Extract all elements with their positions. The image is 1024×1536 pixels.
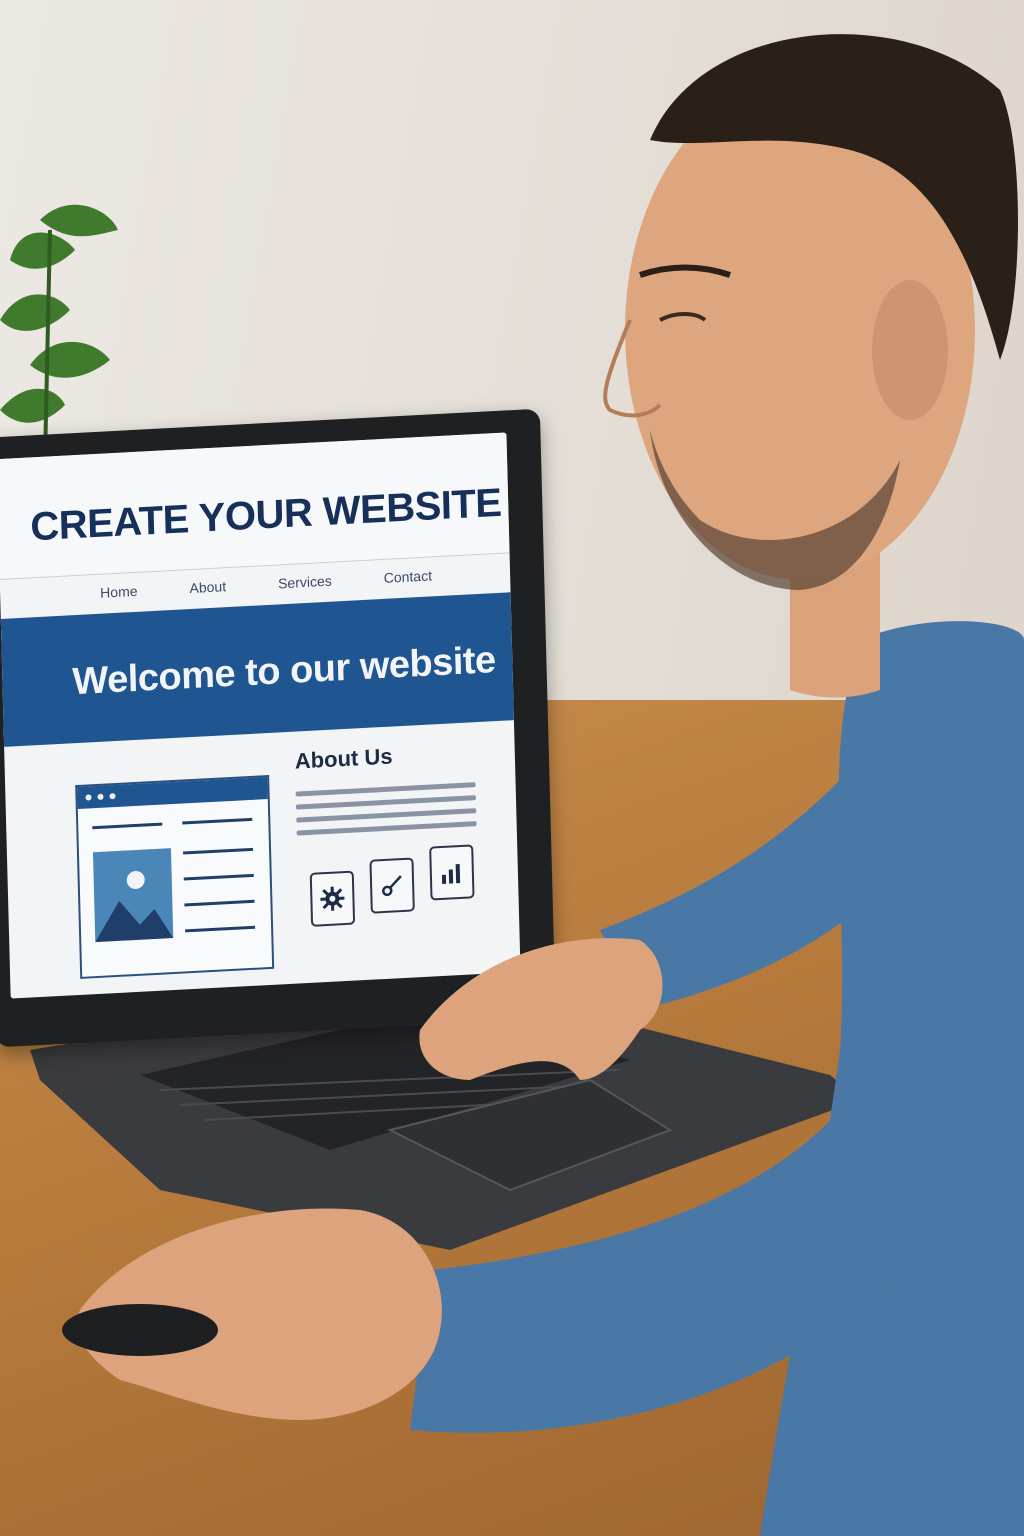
photo-scene: CREATE YOUR WEBSITE Home About Services … <box>0 0 1024 1536</box>
computer-mouse[interactable] <box>60 1292 230 1362</box>
